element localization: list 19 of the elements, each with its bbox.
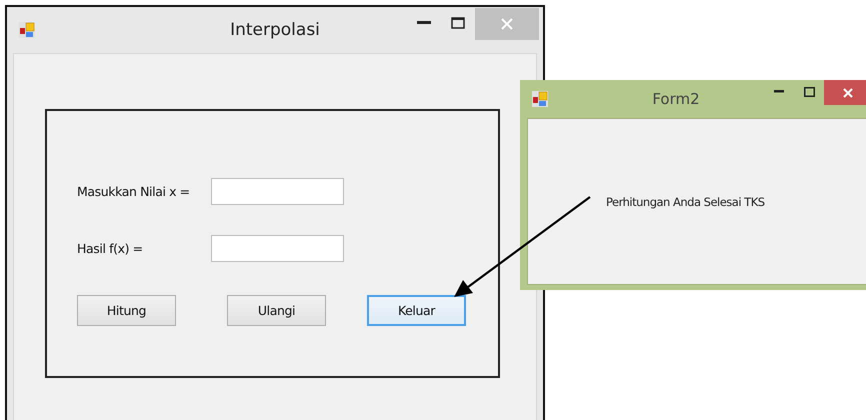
field-label: Hasil f(x) = xyxy=(77,241,144,256)
maximize-icon xyxy=(804,87,814,97)
app-icon xyxy=(532,91,548,107)
maximize-icon xyxy=(451,17,465,29)
action-button[interactable]: Ulangi xyxy=(227,295,326,326)
action-button[interactable]: Keluar xyxy=(367,295,466,326)
minimize-icon xyxy=(774,90,784,94)
app-icon xyxy=(19,22,35,38)
message-text: Perhitungan Anda Selesai TKS xyxy=(606,195,765,209)
action-button[interactable]: Hitung xyxy=(77,295,176,326)
close-icon xyxy=(843,88,853,98)
close-icon xyxy=(501,18,513,30)
minimize-icon xyxy=(417,21,431,25)
window-title: Interpolasi xyxy=(230,20,320,40)
close-button[interactable] xyxy=(824,80,866,105)
input-field[interactable] xyxy=(211,178,344,205)
input-field[interactable] xyxy=(211,235,344,262)
field-label: Masukkan Nilai x = xyxy=(77,184,191,199)
window-title: Form2 xyxy=(652,90,700,108)
